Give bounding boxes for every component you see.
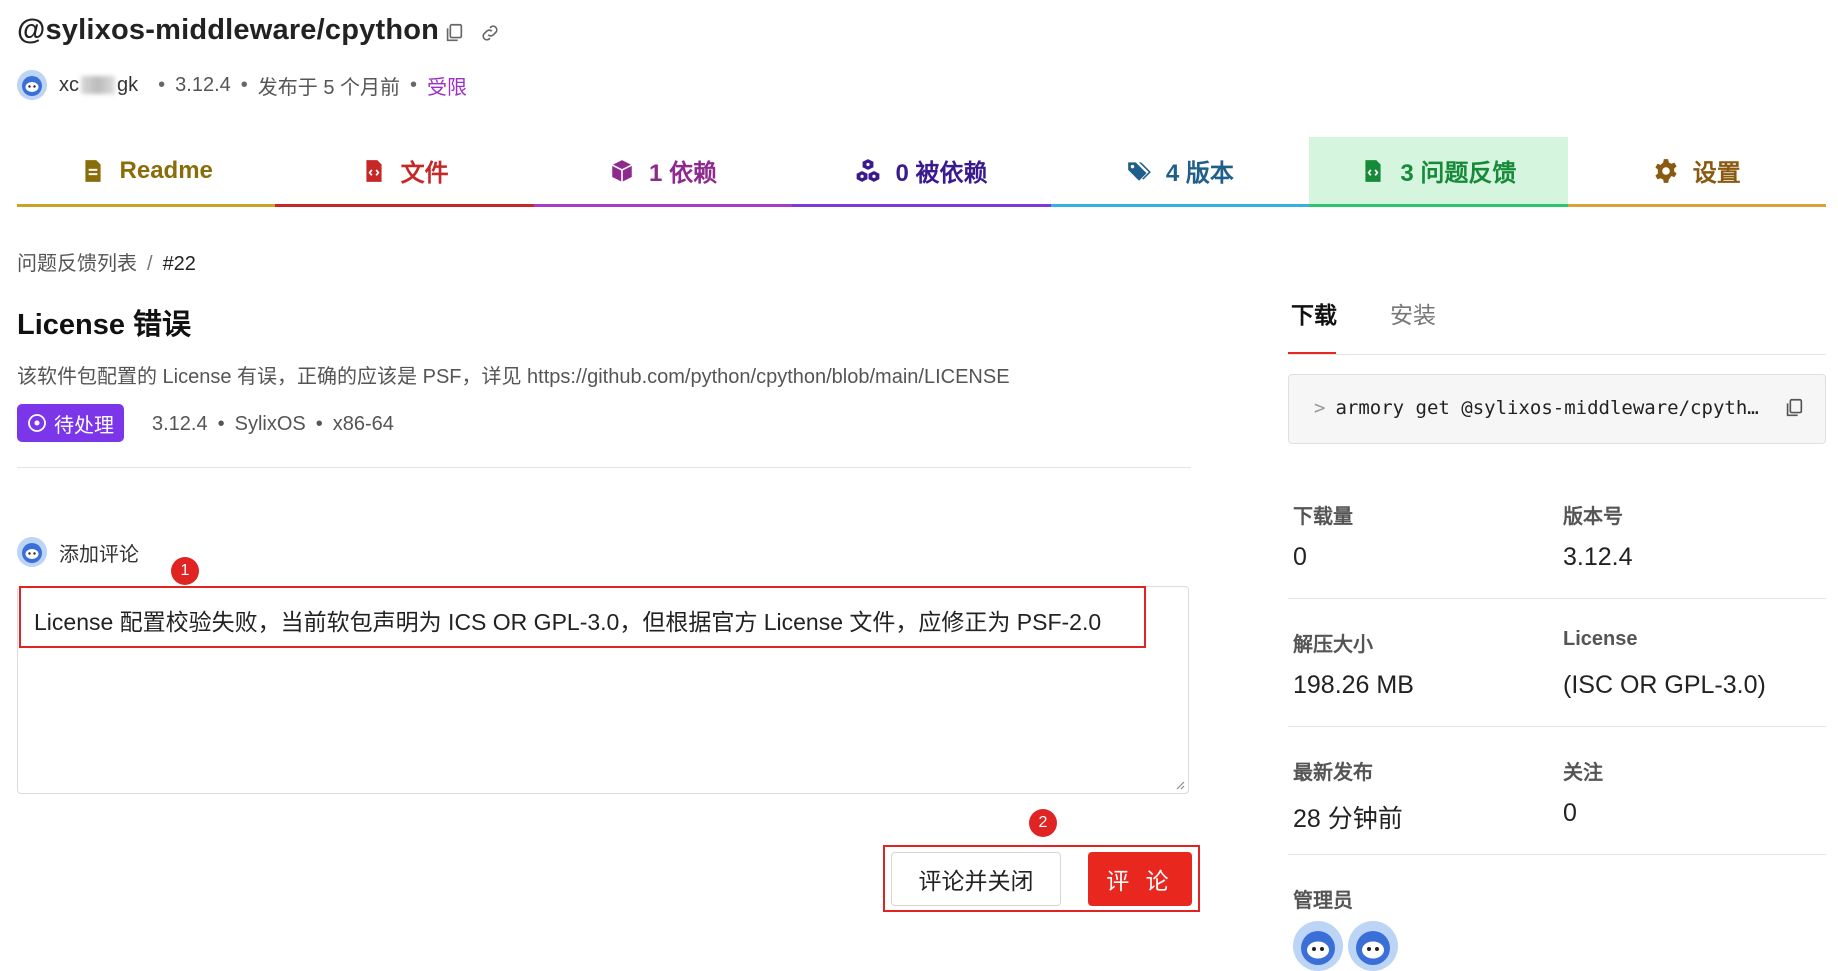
admin-avatar[interactable]: [1293, 921, 1343, 971]
stat-license-value: (ISC OR GPL-3.0): [1563, 671, 1766, 699]
tab-issues[interactable]: 3 问题反馈: [1309, 137, 1568, 207]
comment-header: 添加评论: [17, 537, 139, 567]
stat-latest-label: 最新发布: [1293, 762, 1373, 784]
tags-icon: [1128, 161, 1151, 181]
link-icon[interactable]: [479, 22, 501, 44]
divider: [1288, 354, 1826, 355]
package-name: @sylixos-middleware/cpython: [17, 14, 440, 46]
tab-readme[interactable]: Readme: [17, 137, 276, 207]
publish-time: 发布于 5 个月前: [257, 76, 401, 99]
tab-files[interactable]: 文件: [275, 137, 534, 207]
highlight-box-comment: [19, 586, 1146, 648]
tab-dependencies[interactable]: 1 依赖: [533, 137, 793, 207]
document-icon: [84, 159, 101, 182]
gear-icon: [1655, 158, 1677, 183]
cubes-icon: [857, 158, 880, 182]
stat-version-value: 3.12.4: [1563, 543, 1633, 571]
admin-avatar[interactable]: [1348, 921, 1398, 971]
issue-version: 3.12.4: [152, 413, 208, 435]
tab-install[interactable]: 安装: [1390, 296, 1436, 330]
package-meta: xc gk • 3.12.4 • 发布于 5 个月前 • 受限: [17, 70, 467, 100]
stat-latest-value: 28 分钟前: [1293, 805, 1403, 833]
stat-size-value: 198.26 MB: [1293, 671, 1414, 699]
package-tabs: Readme 文件 1 依赖 0 被依赖 4 版本 3 问题反馈 设置: [17, 137, 1826, 207]
divider: [1288, 598, 1826, 599]
user-avatar: [17, 537, 47, 567]
divider: [17, 467, 1191, 468]
stat-downloads-label: 下载量: [1293, 506, 1353, 528]
stat-size-label: 解压大小: [1293, 634, 1373, 656]
issue-description: 该软件包配置的 License 有误，正确的应该是 PSF，详见 https:/…: [17, 366, 1010, 388]
code-file-icon: [366, 159, 382, 182]
access-level: 受限: [427, 76, 468, 99]
tab-dependents[interactable]: 0 被依赖: [792, 137, 1051, 207]
highlight-box-buttons: [883, 845, 1200, 912]
stat-watch-value: 0: [1563, 799, 1577, 827]
resize-handle-icon[interactable]: [1175, 780, 1185, 790]
annotation-marker-1: 1: [171, 557, 199, 585]
breadcrumb-issue-list[interactable]: 问题反馈列表: [17, 253, 137, 275]
admins-label: 管理员: [1293, 890, 1353, 912]
user-avatar[interactable]: [17, 70, 47, 100]
circle-dot-icon: [28, 414, 46, 432]
tab-download[interactable]: 下载: [1291, 296, 1337, 330]
stat-license-label: License: [1563, 628, 1638, 650]
copy-icon[interactable]: [443, 22, 465, 44]
issue-meta: 3.12.4 • SylixOS • x86-64: [152, 413, 394, 435]
code-file-icon: [1365, 159, 1381, 182]
author-name[interactable]: xc gk: [59, 74, 138, 97]
annotation-marker-2: 2: [1029, 809, 1057, 837]
breadcrumb-current: #22: [162, 253, 196, 275]
copy-icon[interactable]: [1783, 397, 1805, 419]
box-icon: [611, 159, 633, 182]
install-command[interactable]: > armory get @sylixos-middleware/cpyth…: [1314, 397, 1759, 419]
tab-versions[interactable]: 4 版本: [1050, 137, 1310, 207]
divider: [1288, 726, 1826, 727]
divider: [1288, 854, 1826, 855]
breadcrumb: 问题反馈列表 / #22: [17, 253, 196, 275]
issue-arch: x86-64: [332, 413, 394, 435]
tab-settings[interactable]: 设置: [1567, 137, 1826, 207]
issue-os: SylixOS: [234, 413, 306, 435]
stat-watch-label: 关注: [1563, 762, 1603, 784]
package-version: 3.12.4: [175, 73, 231, 96]
issue-title: License 错误: [17, 309, 192, 341]
stat-version-label: 版本号: [1563, 506, 1623, 528]
stat-downloads-value: 0: [1293, 543, 1307, 571]
status-badge: 待处理: [17, 404, 124, 442]
